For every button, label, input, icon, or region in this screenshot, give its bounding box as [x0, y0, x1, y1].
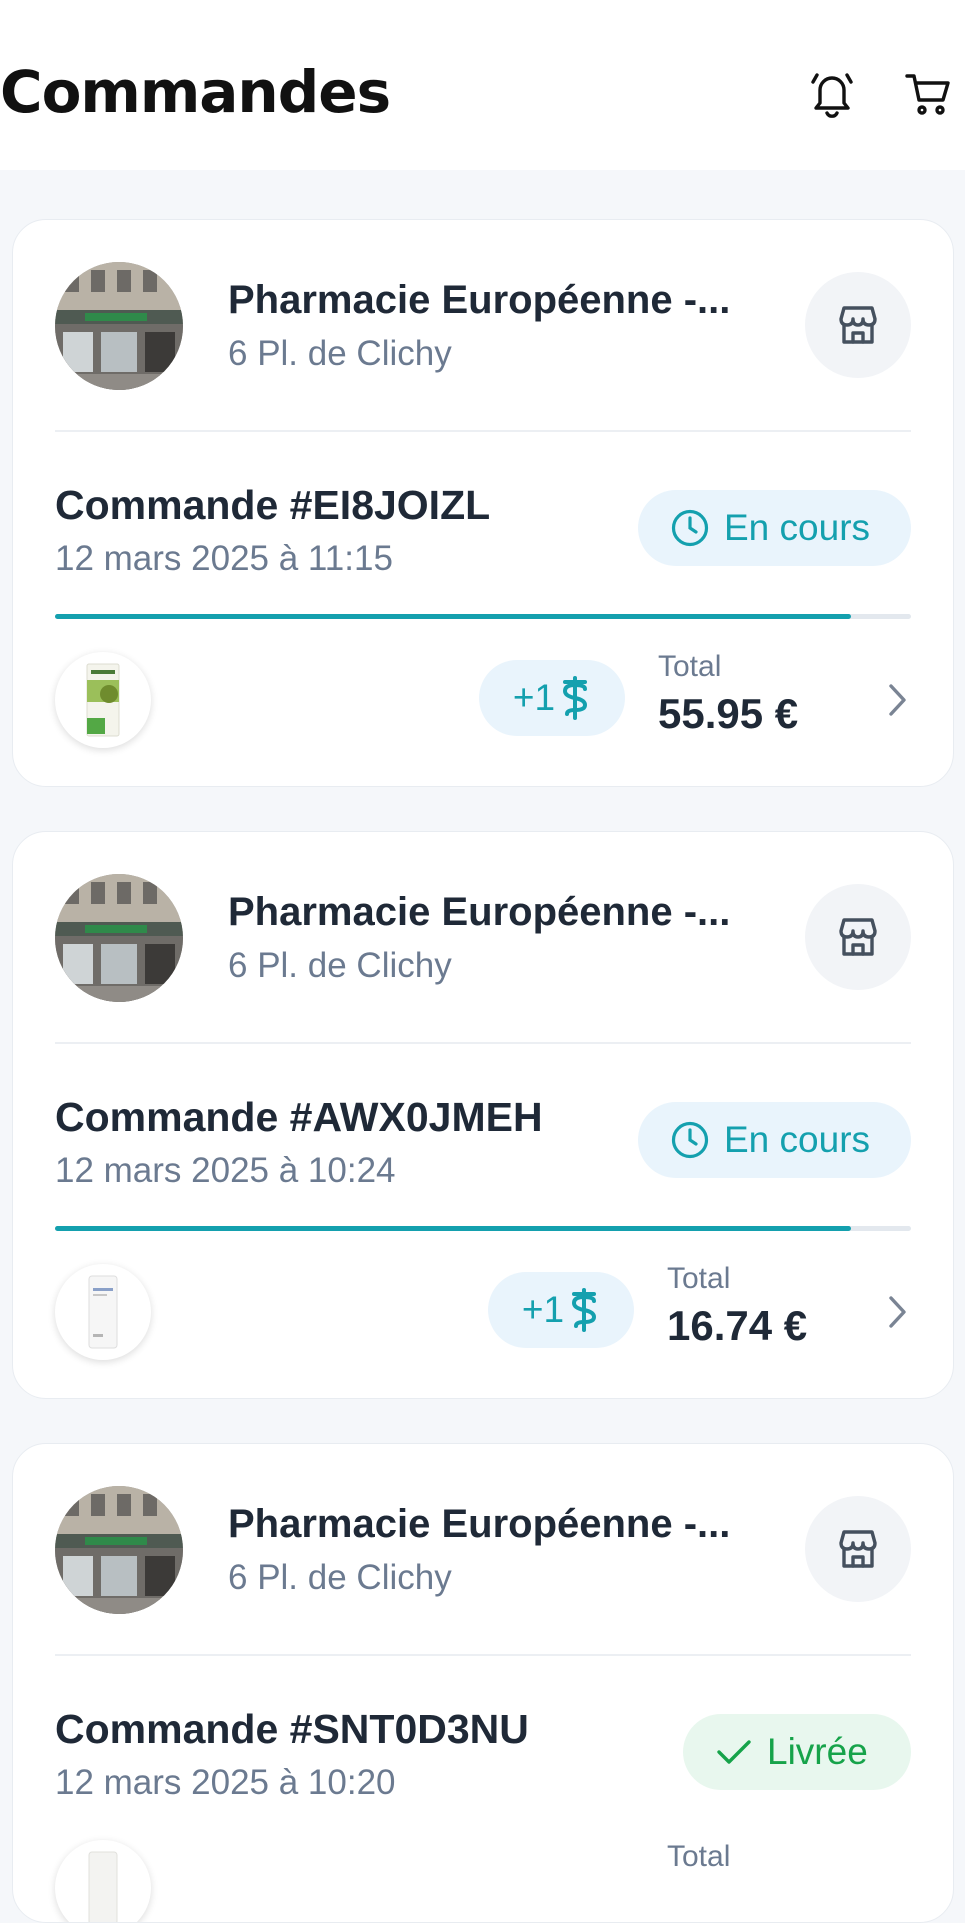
chevron-right-icon[interactable] [879, 678, 915, 722]
page-title: Commandes [0, 58, 391, 126]
medical-icon [572, 1288, 597, 1332]
store-button[interactable] [805, 884, 911, 990]
chevron-right-icon[interactable] [879, 1290, 915, 1334]
pharmacy-address: 6 Pl. de Clichy [228, 1558, 452, 1597]
extra-items-badge: +1 [488, 1272, 634, 1348]
order-card[interactable]: Pharmacie Européenne -... 6 Pl. de Clich… [12, 1443, 954, 1923]
store-button[interactable] [805, 1496, 911, 1602]
progress-fill [55, 614, 852, 619]
extra-items-badge: +1 [479, 660, 625, 736]
divider [55, 1654, 911, 1656]
medical-icon [563, 676, 588, 720]
pharmacy-photo [55, 874, 183, 1002]
status-label: Livrée [767, 1731, 868, 1772]
store-icon [839, 306, 877, 344]
check-icon [717, 1740, 751, 1764]
status-badge: Livrée [683, 1714, 911, 1790]
extra-items-count: +1 [521, 1289, 565, 1330]
total-label: Total [658, 650, 722, 683]
clock-icon [671, 509, 709, 547]
app-header: Commandes [0, 0, 965, 170]
status-badge: En cours [638, 490, 911, 566]
extra-items-count: +1 [512, 677, 556, 718]
clock-icon [671, 1121, 709, 1159]
order-date: 12 mars 2025 à 11:15 [55, 539, 393, 578]
cart-icon[interactable] [904, 66, 952, 122]
pharmacy-name: Pharmacie Européenne -... [228, 890, 731, 934]
order-number: Commande #SNT0D3NU [55, 1706, 529, 1752]
total-label: Total [667, 1840, 731, 1873]
pharmacy-name: Pharmacie Européenne -... [228, 1502, 731, 1546]
product-thumbnail [55, 652, 151, 748]
order-card[interactable]: Pharmacie Européenne -... 6 Pl. de Clich… [12, 831, 954, 1399]
store-icon [839, 918, 877, 956]
pharmacy-name: Pharmacie Européenne -... [228, 278, 731, 322]
order-date: 12 mars 2025 à 10:20 [55, 1763, 396, 1802]
pharmacy-photo [55, 262, 183, 390]
total-label: Total [667, 1262, 731, 1295]
store-icon [839, 1530, 877, 1568]
pharmacy-address: 6 Pl. de Clichy [228, 946, 452, 985]
progress-bar [55, 1226, 911, 1231]
divider [55, 1042, 911, 1044]
product-thumbnail [55, 1840, 151, 1922]
order-number: Commande #AWX0JMEH [55, 1094, 543, 1140]
order-card[interactable]: Pharmacie Européenne -... 6 Pl. de Clich… [12, 219, 954, 787]
bell-icon[interactable] [808, 66, 856, 122]
total-amount: 55.95 € [658, 690, 799, 737]
pharmacy-photo [55, 1486, 183, 1614]
total-amount: 16.74 € [667, 1302, 808, 1349]
store-button[interactable] [805, 272, 911, 378]
progress-bar [55, 614, 911, 619]
order-date: 12 mars 2025 à 10:24 [55, 1151, 396, 1190]
order-number: Commande #EI8JOIZL [55, 482, 491, 528]
status-label: En cours [724, 1119, 871, 1160]
status-badge: En cours [638, 1102, 911, 1178]
status-label: En cours [724, 507, 871, 548]
product-thumbnail [55, 1264, 151, 1360]
divider [55, 430, 911, 432]
progress-fill [55, 1226, 852, 1231]
pharmacy-address: 6 Pl. de Clichy [228, 334, 452, 373]
